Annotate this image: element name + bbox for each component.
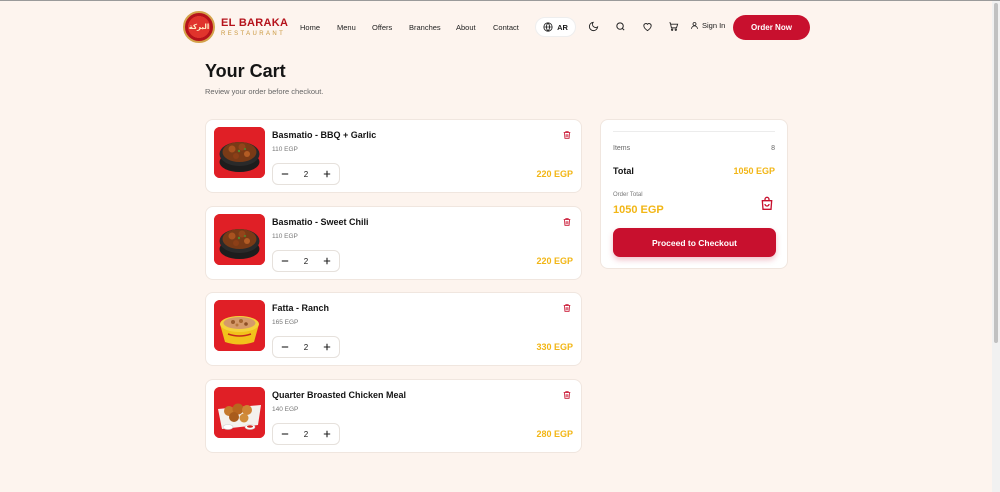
remove-item-button[interactable] [562,214,573,226]
quantity-value: 2 [303,429,309,439]
rice-bowl-image [214,214,265,265]
nav-offers[interactable]: Offers [372,23,392,32]
quantity-stepper: 2 [272,250,340,272]
remove-item-button[interactable] [562,387,573,399]
logo-badge-text: البركة [188,23,210,31]
brand-logo[interactable]: البركة EL BARAKA RESTAURANT [183,11,288,43]
item-unit-price: 140 EGP [272,406,299,413]
trash-icon [563,218,571,226]
quantity-stepper: 2 [272,163,340,185]
page-scrollbar[interactable] [992,1,1000,492]
total-label: Total [613,166,634,176]
increase-quantity-button[interactable] [321,168,333,180]
order-summary: Items 8 Total 1050 EGP Order Total 1050 … [600,119,788,269]
items-count: 8 [771,145,775,152]
item-name: Basmatio - Sweet Chili [272,217,369,227]
plus-icon [323,170,331,178]
item-image [214,300,265,351]
cart-item: Basmatio - Sweet Chili 110 EGP 2 220 EGP [205,206,582,280]
quantity-value: 2 [303,342,309,352]
item-name: Quarter Broasted Chicken Meal [272,390,407,400]
plus-icon [323,430,331,438]
chicken-meal-image [214,387,265,438]
page-subtitle: Review your order before checkout. [205,87,324,96]
proceed-to-checkout-button[interactable]: Proceed to Checkout [613,228,776,257]
quantity-stepper: 2 [272,336,340,358]
quantity-value: 2 [303,256,309,266]
decrease-quantity-button[interactable] [279,168,291,180]
brand-tagline: RESTAURANT [221,30,286,37]
language-toggle[interactable]: AR [535,17,576,37]
remove-item-button[interactable] [562,300,573,312]
total-value: 1050 EGP [733,166,775,176]
page-title: Your Cart [205,61,286,81]
logo-text: EL BARAKA RESTAURANT [221,16,289,37]
site-header: البركة EL BARAKA RESTAURANT Home Menu Of… [0,1,992,55]
item-unit-price: 110 EGP [272,146,298,153]
decrease-quantity-button[interactable] [279,428,291,440]
search-button[interactable] [613,19,627,33]
minus-icon [281,346,289,348]
brand-name: EL BARAKA [221,16,289,29]
order-now-button[interactable]: Order Now [733,15,810,40]
remove-item-button[interactable] [562,127,573,139]
item-unit-price: 110 EGP [272,233,298,240]
moon-icon [588,21,598,31]
trash-icon [563,391,571,399]
increase-quantity-button[interactable] [321,428,333,440]
item-image [214,127,265,178]
plus-icon [323,343,331,351]
increase-quantity-button[interactable] [321,255,333,267]
quantity-stepper: 2 [272,423,340,445]
nav-home[interactable]: Home [300,23,320,32]
item-image [214,214,265,265]
signin-link[interactable]: Sign In [690,21,725,30]
summary-divider [613,131,775,132]
globe-icon [543,22,553,32]
item-image [214,387,265,438]
trash-icon [563,304,571,312]
heart-icon [642,22,652,31]
item-total: 280 EGP [536,429,573,439]
minus-icon [281,433,289,435]
scrollbar-thumb[interactable] [994,3,998,343]
fatta-bowl-image [214,300,265,351]
minus-icon [281,260,289,262]
minus-icon [281,173,289,175]
item-total: 220 EGP [536,256,573,266]
cart-button[interactable] [666,19,680,33]
item-name: Basmatio - BBQ + Garlic [272,130,377,140]
nav-menu[interactable]: Menu [337,23,356,32]
nav-about[interactable]: About [456,23,476,32]
cart-icon [668,21,678,31]
theme-toggle-button[interactable] [586,19,600,33]
order-total-value: 1050 EGP [613,204,664,216]
rice-bowl-image [214,127,265,178]
cart-item: Basmatio - BBQ + Garlic 110 EGP 2 220 EG… [205,119,582,193]
decrease-quantity-button[interactable] [279,255,291,267]
cart-item: Fatta - Ranch 165 EGP 2 330 EGP [205,292,582,366]
user-icon [691,22,698,29]
item-unit-price: 165 EGP [272,319,299,326]
trash-icon [563,131,571,139]
plus-icon [323,257,331,265]
item-total: 330 EGP [536,342,573,352]
signin-label: Sign In [702,21,726,30]
item-total: 220 EGP [536,169,573,179]
nav-branches[interactable]: Branches [409,23,441,32]
shopping-bag-icon [761,196,773,210]
item-name: Fatta - Ranch [272,303,330,313]
logo-badge: البركة [183,11,215,43]
decrease-quantity-button[interactable] [279,341,291,353]
order-total-label: Order Total [613,192,643,198]
language-label: AR [557,22,568,32]
shopping-bag-icon-wrap [759,196,775,212]
items-label: Items [613,145,631,152]
favorites-button[interactable] [640,19,654,33]
increase-quantity-button[interactable] [321,341,333,353]
quantity-value: 2 [303,169,309,179]
search-icon [615,21,625,31]
cart-item: Quarter Broasted Chicken Meal 140 EGP 2 … [205,379,582,453]
nav-contact[interactable]: Contact [493,23,519,32]
